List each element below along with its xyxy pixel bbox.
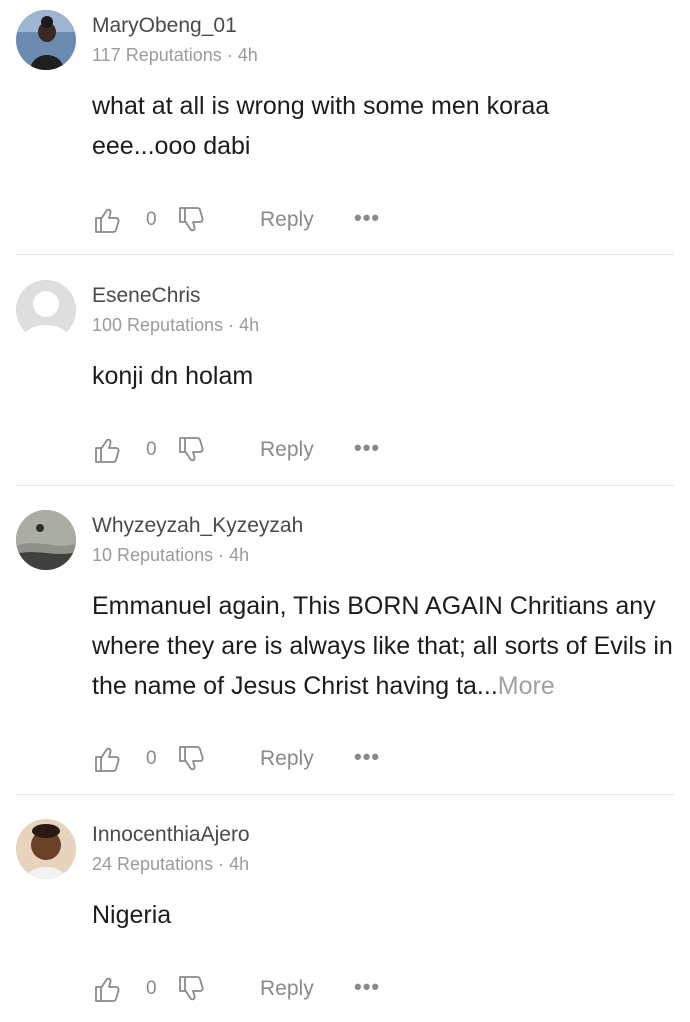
comment-text-content: Nigeria [92, 901, 172, 929]
user-avatar[interactable] [16, 280, 76, 340]
comment-actions: 0 Reply ••• [92, 203, 682, 237]
thumbs-down-icon[interactable] [176, 742, 206, 776]
reputation-time: 10 Reputations · 4h [92, 545, 250, 565]
username[interactable]: Whyzeyzah_Kyzeyzah [92, 514, 303, 538]
thumbs-up-icon[interactable] [92, 742, 122, 776]
divider [16, 254, 674, 255]
comment-text: konji dn holam [92, 356, 682, 396]
more-dots-icon[interactable]: ••• [354, 433, 380, 467]
reputation-time: 117 Reputations · 4h [92, 45, 258, 65]
comment-actions: 0 Reply ••• [92, 742, 682, 776]
comment: InnocenthiaAjero 24 Reputations · 4h Nig… [0, 809, 690, 1022]
like-count: 0 [146, 209, 157, 230]
more-dots-icon[interactable]: ••• [354, 972, 380, 1006]
reputation-time: 100 Reputations · 4h [92, 315, 260, 335]
photo-avatar-icon [16, 510, 76, 570]
comment-text: Nigeria [92, 895, 682, 935]
thumbs-down-icon[interactable] [176, 433, 206, 467]
thumbs-up-icon[interactable] [92, 972, 122, 1006]
photo-avatar-icon [16, 819, 76, 879]
reply-button[interactable]: Reply [260, 433, 314, 467]
comment: Whyzeyzah_Kyzeyzah 10 Reputations · 4h E… [0, 500, 690, 795]
comment-actions: 0 Reply ••• [92, 972, 682, 1006]
comment: EseneChris 100 Reputations · 4h konji dn… [0, 270, 690, 486]
comment-text: Emmanuel again, This BORN AGAIN Chritian… [92, 586, 682, 706]
more-dots-icon[interactable]: ••• [354, 742, 380, 776]
comment-actions: 0 Reply ••• [92, 433, 682, 467]
username[interactable]: InnocenthiaAjero [92, 823, 250, 847]
comment-text-content: konji dn holam [92, 362, 254, 390]
user-avatar[interactable] [16, 510, 76, 570]
user-avatar[interactable] [16, 10, 76, 70]
thumbs-up-icon[interactable] [92, 203, 122, 237]
thumbs-up-icon[interactable] [92, 433, 122, 467]
divider [16, 794, 674, 795]
photo-avatar-icon [16, 10, 76, 70]
comment: MaryObeng_01 117 Reputations · 4h what a… [0, 0, 690, 255]
like-count: 0 [146, 748, 157, 769]
reply-button[interactable]: Reply [260, 203, 314, 237]
username[interactable]: MaryObeng_01 [92, 14, 237, 38]
user-avatar[interactable] [16, 819, 76, 879]
thumbs-down-icon[interactable] [176, 972, 206, 1006]
like-count: 0 [146, 439, 157, 460]
reputation-time: 24 Reputations · 4h [92, 854, 250, 874]
default-user-avatar-icon [16, 280, 76, 340]
divider [16, 485, 674, 486]
thumbs-down-icon[interactable] [176, 203, 206, 237]
reply-button[interactable]: Reply [260, 972, 314, 1006]
comment-text-content: Emmanuel again, This BORN AGAIN Chritian… [92, 592, 673, 700]
username[interactable]: EseneChris [92, 284, 201, 308]
reply-button[interactable]: Reply [260, 742, 314, 776]
comment-text: what at all is wrong with some men koraa… [92, 86, 612, 166]
comment-text-content: what at all is wrong with some men koraa… [92, 92, 550, 160]
more-dots-icon[interactable]: ••• [354, 203, 380, 237]
like-count: 0 [146, 978, 157, 999]
more-link[interactable]: More [498, 672, 555, 700]
